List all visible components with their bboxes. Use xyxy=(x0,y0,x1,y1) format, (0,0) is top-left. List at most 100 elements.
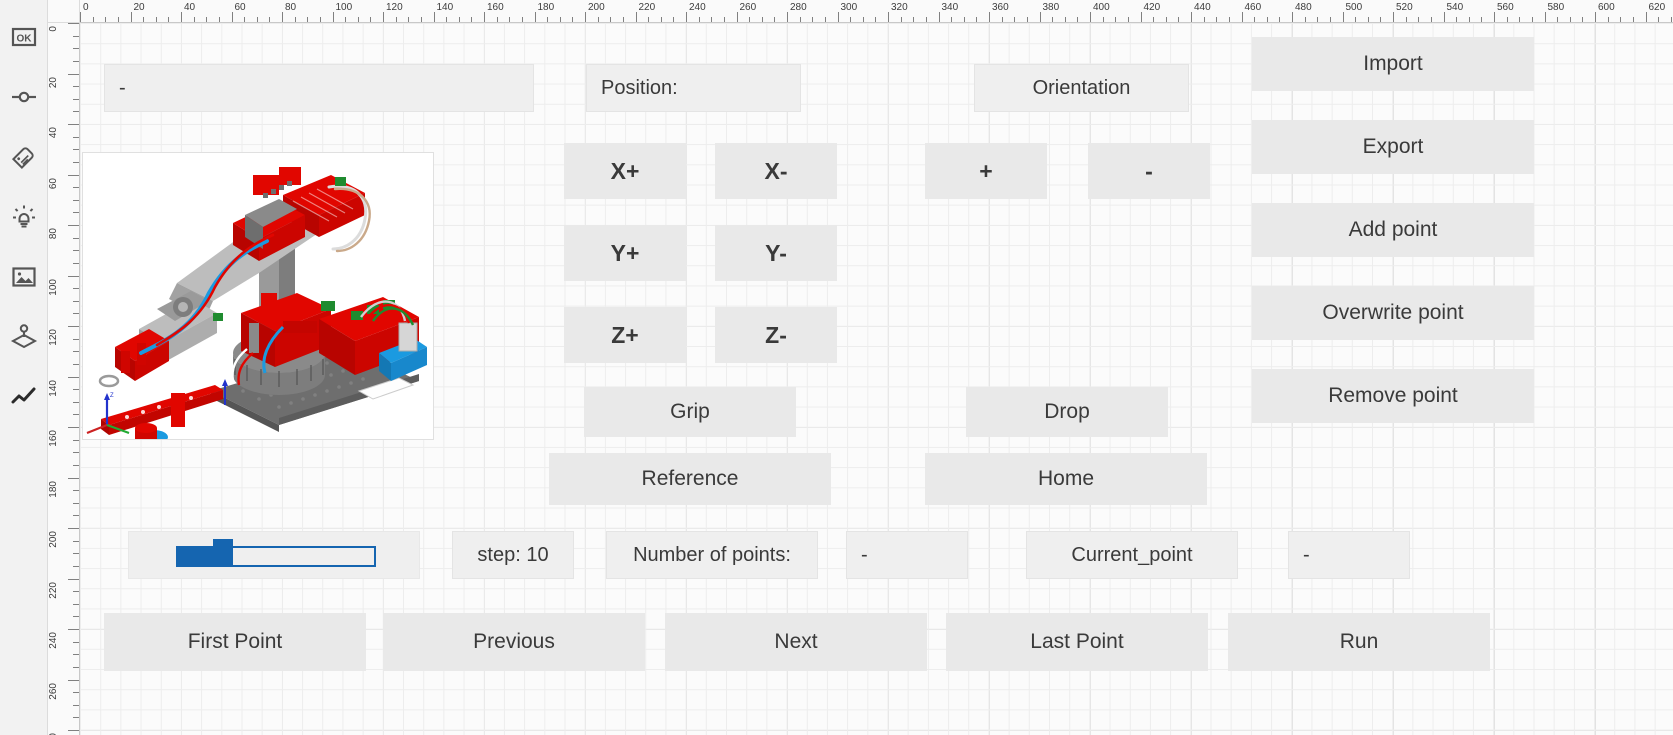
ruler-tick-major xyxy=(1140,12,1142,22)
ruler-tick-minor xyxy=(73,313,79,315)
ruler-label: 100 xyxy=(335,2,353,13)
ruler-tick-minor xyxy=(73,654,79,656)
ruler-tick-major xyxy=(332,12,334,22)
previous-button[interactable]: Previous xyxy=(383,613,645,671)
jog-y-minus-button[interactable]: Y- xyxy=(715,225,837,281)
ok-box-icon[interactable]: OK xyxy=(7,20,41,54)
ruler-label: 120 xyxy=(386,2,403,13)
lamp-icon[interactable] xyxy=(7,200,41,234)
ruler-tick-minor xyxy=(73,502,79,504)
joystick-icon[interactable] xyxy=(7,320,41,354)
ruler-label: 500 xyxy=(1345,2,1363,13)
ruler-tick-minor xyxy=(73,35,79,37)
svg-text:Z: Z xyxy=(110,393,114,399)
horizontal-ruler[interactable]: 0 20 40 60 80 100 120 140 160 180 200 220 240 260 280 3… xyxy=(80,0,1673,23)
ruler-tick-minor xyxy=(73,666,79,668)
node-connector-icon[interactable] xyxy=(7,80,41,114)
step-slider[interactable] xyxy=(128,531,420,579)
image-icon[interactable] xyxy=(7,260,41,294)
status-field[interactable]: - xyxy=(104,64,534,112)
ruler-label: 620 xyxy=(1648,2,1666,13)
overwrite-point-button[interactable]: Overwrite point xyxy=(1252,286,1534,340)
ruler-tick-major xyxy=(68,578,79,580)
grip-button[interactable]: Grip xyxy=(584,387,796,437)
ruler-tick-major xyxy=(989,12,990,22)
ruler-tick-minor xyxy=(73,439,79,441)
ruler-tick-minor xyxy=(73,60,79,62)
ruler-label: 560 xyxy=(1497,2,1514,13)
ruler-tick-major xyxy=(130,12,132,22)
ruler-tick-minor xyxy=(73,616,79,618)
ruler-label: 140 xyxy=(48,379,59,397)
ruler-tick-major xyxy=(1595,12,1596,22)
vertical-ruler[interactable]: 020406080100120140160180200220240260280 xyxy=(48,23,80,735)
orientation-label: Orientation xyxy=(974,64,1189,112)
orientation-plus-button[interactable]: + xyxy=(925,143,1047,199)
jog-z-plus-button[interactable]: Z+ xyxy=(564,307,686,363)
ruler-tick-minor xyxy=(73,161,79,163)
ruler-label: 0 xyxy=(83,2,89,13)
ruler-label: 40 xyxy=(184,2,196,13)
ruler-tick-minor xyxy=(73,187,79,189)
ruler-tick-major xyxy=(1241,12,1243,22)
ruler-tick-minor xyxy=(73,553,79,555)
ruler-tick-minor xyxy=(73,641,79,643)
step-value-label: step: 10 xyxy=(452,531,574,579)
ruler-tick-major xyxy=(68,124,79,125)
ruler-tick-major xyxy=(231,12,233,22)
design-canvas[interactable]: - Position: Orientation Z X+ X- Y+ Y- Z+… xyxy=(80,23,1673,735)
ruler-tick-major xyxy=(1645,12,1647,22)
jog-y-plus-button[interactable]: Y+ xyxy=(564,225,686,281)
import-button[interactable]: Import xyxy=(1252,37,1534,91)
ruler-tick-major xyxy=(68,679,79,681)
ruler-tick-minor xyxy=(73,540,79,542)
ruler-label: 60 xyxy=(234,2,246,13)
ruler-tick-major xyxy=(534,12,536,22)
last-point-button[interactable]: Last Point xyxy=(946,613,1208,671)
run-button[interactable]: Run xyxy=(1228,613,1490,671)
svg-text:OK: OK xyxy=(16,34,32,45)
ruler-tick-minor xyxy=(73,717,79,719)
ruler-tick-major xyxy=(68,427,79,428)
ruler-tick-major xyxy=(181,12,182,22)
ruler-label: 480 xyxy=(1295,2,1312,13)
orientation-minus-button[interactable]: - xyxy=(1088,143,1210,199)
export-button[interactable]: Export xyxy=(1252,120,1534,174)
chart-line-icon[interactable] xyxy=(7,380,41,414)
jog-x-minus-button[interactable]: X- xyxy=(715,143,837,199)
ruler-tick-major xyxy=(68,275,79,277)
ruler-tick-minor xyxy=(73,149,79,151)
ruler-label: 80 xyxy=(285,2,297,13)
tag-icon[interactable] xyxy=(7,140,41,174)
ruler-label: 60 xyxy=(48,177,59,189)
ruler-tick-major xyxy=(484,12,485,22)
jog-x-plus-button[interactable]: X+ xyxy=(564,143,686,199)
home-button[interactable]: Home xyxy=(925,453,1207,505)
ruler-tick-minor xyxy=(73,262,79,264)
number-of-points-value[interactable]: - xyxy=(846,531,968,579)
drop-button[interactable]: Drop xyxy=(966,387,1168,437)
ruler-label: 300 xyxy=(840,2,858,13)
ruler-tick-minor xyxy=(73,452,79,454)
reference-button[interactable]: Reference xyxy=(549,453,831,505)
ruler-tick-major xyxy=(1342,12,1344,22)
ruler-tick-major xyxy=(635,12,637,22)
number-of-points-label: Number of points: xyxy=(606,531,818,579)
current-point-value[interactable]: - xyxy=(1288,531,1410,579)
jog-z-minus-button[interactable]: Z- xyxy=(715,307,837,363)
ruler-tick-major xyxy=(736,12,738,22)
add-point-button[interactable]: Add point xyxy=(1252,203,1534,257)
ruler-tick-minor xyxy=(73,237,79,239)
next-button[interactable]: Next xyxy=(665,613,927,671)
remove-point-button[interactable]: Remove point xyxy=(1252,369,1534,423)
ruler-tick-major xyxy=(383,12,384,22)
ruler-tick-major xyxy=(1292,12,1293,22)
ruler-tick-major xyxy=(787,12,788,22)
slider-handle[interactable] xyxy=(213,539,233,567)
ruler-tick-major xyxy=(68,326,79,327)
first-point-button[interactable]: First Point xyxy=(104,613,366,671)
ruler-tick-major xyxy=(68,477,79,479)
ruler-label: 220 xyxy=(638,2,656,13)
ruler-label: 240 xyxy=(689,2,706,13)
ruler-tick-major xyxy=(1443,12,1445,22)
